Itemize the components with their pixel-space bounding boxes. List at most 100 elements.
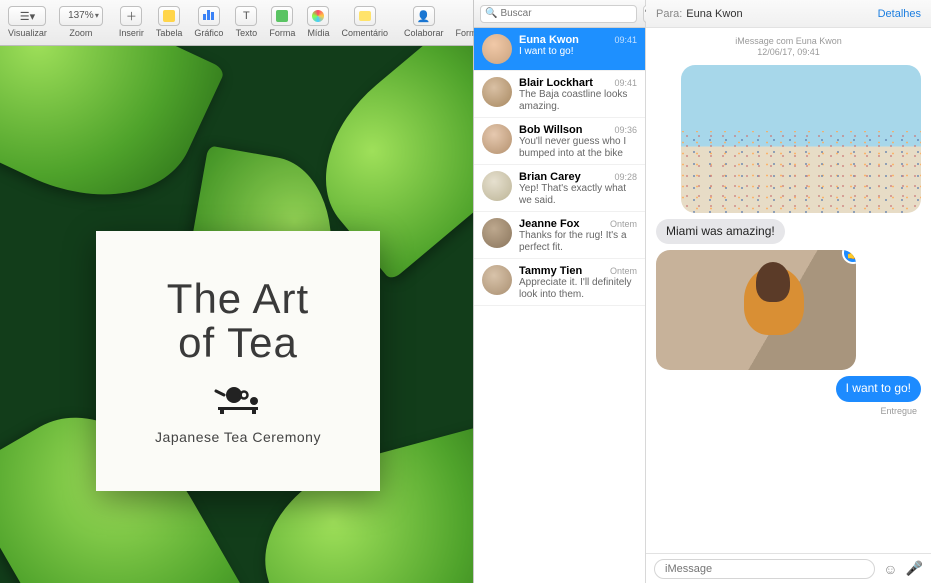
mic-button[interactable]: 🎤 — [906, 560, 923, 577]
message-row: I want to go! — [656, 376, 921, 402]
chat-input-bar: ☺ 🎤 — [646, 553, 931, 583]
title-card[interactable]: The Art of Tea Japanese Tea Ceremony — [96, 231, 380, 491]
conversation-name: Blair Lockhart — [519, 77, 593, 89]
doc-title: The Art of Tea — [167, 277, 309, 365]
view-icon: ☰▾ — [8, 6, 46, 26]
conversation-name: Jeanne Fox — [519, 218, 580, 230]
teapot-icon — [212, 383, 264, 415]
message-input[interactable] — [665, 563, 864, 575]
document-canvas[interactable]: The Art of Tea Japanese Tea Ceremony — [0, 46, 473, 583]
insert-icon: ＋ — [120, 6, 142, 26]
comment-button[interactable]: Comentário — [337, 4, 392, 40]
image-message-portrait[interactable]: 👍 — [656, 250, 856, 370]
details-link[interactable]: Detalhes — [878, 8, 921, 20]
avatar — [482, 265, 512, 295]
avatar — [482, 218, 512, 248]
search-field[interactable]: 🔍 — [480, 5, 637, 23]
message-row — [656, 65, 921, 213]
conversation-name: Brian Carey — [519, 171, 581, 183]
conversation-time: 09:36 — [614, 125, 637, 135]
chart-label: Gráfico — [194, 28, 223, 38]
table-icon — [158, 6, 180, 26]
image-message-beach[interactable] — [681, 65, 921, 213]
conversation-preview: I want to go! — [519, 46, 637, 58]
text-button[interactable]: T Texto — [231, 4, 261, 40]
zoom-control[interactable]: 137% Zoom — [55, 4, 107, 40]
comment-icon — [354, 6, 376, 26]
recipient-name[interactable]: Euna Kwon — [686, 8, 742, 20]
conversation-preview: Yep! That's exactly what we said. — [519, 183, 637, 205]
message-field[interactable] — [654, 559, 875, 579]
incoming-message[interactable]: Miami was amazing! — [656, 219, 785, 245]
search-input[interactable] — [500, 8, 632, 19]
collaborate-label: Colaborar — [404, 28, 444, 38]
table-button[interactable]: Tabela — [152, 4, 187, 40]
conversation-time: 09:28 — [614, 172, 637, 182]
zoom-label: Zoom — [69, 28, 92, 38]
conversation-time: Ontem — [610, 266, 637, 276]
search-icon: 🔍 — [485, 8, 497, 19]
chart-icon — [198, 6, 220, 26]
outgoing-message[interactable]: I want to go! — [836, 376, 921, 402]
conversation-time: 09:41 — [614, 78, 637, 88]
shape-label: Forma — [269, 28, 295, 38]
media-label: Mídia — [307, 28, 329, 38]
delivered-status: Entregue — [656, 406, 921, 416]
conversation-preview: Appreciate it. I'll definitely look into… — [519, 277, 637, 299]
text-label: Texto — [236, 28, 258, 38]
conversation-body: Jeanne FoxOntemThanks for the rug! It's … — [519, 218, 637, 252]
chat-pane: Para: Euna Kwon Detalhes iMessage com Eu… — [646, 0, 931, 583]
emoji-button[interactable]: ☺ — [883, 561, 897, 577]
avatar — [482, 34, 512, 64]
conversation-time: 09:41 — [614, 35, 637, 45]
conversation-item[interactable]: Euna Kwon 09:41I want to go! — [474, 28, 645, 71]
zoom-select[interactable]: 137% — [59, 6, 103, 26]
media-button[interactable]: Mídia — [303, 4, 333, 40]
conversation-time: Ontem — [610, 219, 637, 229]
conversation-body: Brian Carey 09:28Yep! That's exactly what… — [519, 171, 637, 205]
pages-window: ☰▾ Visualizar 137% Zoom ＋ Inserir Tabela… — [0, 0, 474, 583]
conversation-list[interactable]: Euna Kwon09:41I want to go!Blair Lockhar… — [474, 28, 645, 583]
conversation-item[interactable]: Jeanne FoxOntemThanks for the rug! It's … — [474, 212, 645, 259]
table-label: Tabela — [156, 28, 183, 38]
conversation-body: Blair Lockhart 09:41The Baja coastline lo… — [519, 77, 637, 111]
thumbs-up-reaction-icon[interactable]: 👍 — [842, 250, 856, 264]
conversation-item[interactable]: Tammy Tien OntemAppreciate it. I'll defin… — [474, 259, 645, 306]
conversation-item[interactable]: Blair Lockhart 09:41The Baja coastline lo… — [474, 71, 645, 118]
insert-button[interactable]: ＋ Inserir — [115, 4, 148, 40]
message-row: 👍 — [656, 250, 921, 370]
to-label: Para: — [656, 8, 682, 20]
shape-icon — [271, 6, 293, 26]
conversation-sidebar: 🔍 ✎ Euna Kwon09:41I want to go!Blair Loc… — [474, 0, 646, 583]
thread-meta: iMessage com Euna Kwon 12/06/17, 09:41 — [656, 36, 921, 59]
conversation-name: Tammy Tien — [519, 265, 582, 277]
pages-toolbar: ☰▾ Visualizar 137% Zoom ＋ Inserir Tabela… — [0, 0, 473, 46]
shape-button[interactable]: Forma — [265, 4, 299, 40]
conversation-preview: You'll never guess who I bumped into at … — [519, 136, 637, 158]
view-button[interactable]: ☰▾ Visualizar — [4, 4, 51, 40]
conversation-item[interactable]: Brian Carey 09:28Yep! That's exactly what… — [474, 165, 645, 212]
media-icon — [307, 6, 329, 26]
collaborate-button[interactable]: 👤 Colaborar — [400, 4, 448, 40]
insert-label: Inserir — [119, 28, 144, 38]
chart-button[interactable]: Gráfico — [190, 4, 227, 40]
avatar — [482, 124, 512, 154]
conversation-body: Bob Willson 09:36You'll never guess who I… — [519, 124, 637, 158]
avatar — [482, 171, 512, 201]
sidebar-top: 🔍 ✎ — [474, 0, 645, 28]
comment-label: Comentário — [341, 28, 388, 38]
avatar — [482, 77, 512, 107]
conversation-body: Tammy Tien OntemAppreciate it. I'll defin… — [519, 265, 637, 299]
conversation-body: Euna Kwon 09:41I want to go! — [519, 34, 637, 64]
conversation-name: Bob Willson — [519, 124, 582, 136]
text-icon: T — [235, 6, 257, 26]
conversation-preview: The Baja coastline looks amazing. — [519, 89, 637, 111]
conversation-item[interactable]: Bob Willson 09:36You'll never guess who I… — [474, 118, 645, 165]
collaborate-icon: 👤 — [413, 6, 435, 26]
conversation-name: Euna Kwon — [519, 34, 579, 46]
chat-header: Para: Euna Kwon Detalhes — [646, 0, 931, 28]
leaf-decoration — [0, 46, 226, 233]
chat-scroll[interactable]: iMessage com Euna Kwon 12/06/17, 09:41 M… — [646, 28, 931, 553]
messages-window: 🔍 ✎ Euna Kwon09:41I want to go!Blair Loc… — [474, 0, 931, 583]
view-label: Visualizar — [8, 28, 47, 38]
